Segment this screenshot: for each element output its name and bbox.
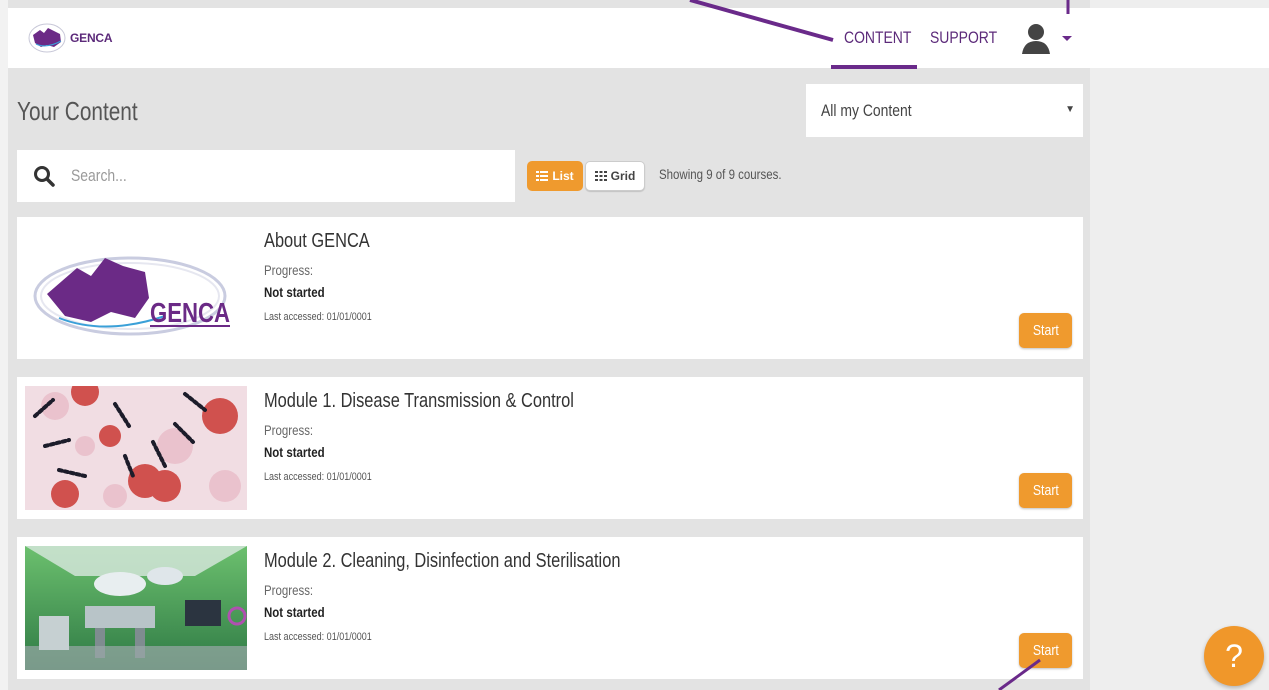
course-card: Module 1. Disease Transmission & Control… bbox=[17, 377, 1083, 519]
start-button[interactable]: Start bbox=[1019, 633, 1072, 668]
nav-support-link[interactable]: SUPPORT bbox=[930, 8, 997, 68]
progress-label: Progress: bbox=[264, 422, 314, 438]
select-arrow-icon: ▼ bbox=[1065, 104, 1075, 115]
start-button-label: Start bbox=[1032, 482, 1059, 499]
grid-icon bbox=[594, 171, 607, 181]
operating-room-image bbox=[25, 546, 247, 670]
course-thumbnail[interactable] bbox=[25, 386, 247, 510]
course-thumbnail[interactable]: GENCA bbox=[25, 226, 247, 350]
nav-active-underline bbox=[831, 65, 917, 69]
genca-logo[interactable]: GENCA bbox=[28, 22, 118, 54]
start-button-label: Start bbox=[1032, 642, 1059, 659]
course-card: Module 2. Cleaning, Disinfection and Ste… bbox=[17, 537, 1083, 679]
start-button[interactable]: Start bbox=[1019, 473, 1072, 508]
page-right-margin bbox=[1090, 0, 1269, 690]
top-navbar: GENCA CONTENT SUPPORT bbox=[8, 8, 1269, 69]
progress-label: Progress: bbox=[264, 582, 314, 598]
progress-label: Progress: bbox=[264, 262, 314, 278]
help-question-icon[interactable]: ? bbox=[1204, 626, 1264, 686]
page-title: Your Content bbox=[17, 96, 138, 126]
last-accessed: Last accessed: 01/01/0001 bbox=[264, 311, 372, 323]
page-left-margin bbox=[0, 0, 8, 690]
grid-view-button[interactable]: Grid bbox=[585, 161, 645, 191]
course-status: Not started bbox=[264, 604, 325, 620]
last-accessed: Last accessed: 01/01/0001 bbox=[264, 631, 372, 643]
logo-text: GENCA bbox=[70, 31, 113, 45]
content-filter-select[interactable]: All my Content ▼ bbox=[806, 84, 1083, 137]
list-view-label: List bbox=[552, 169, 574, 183]
search-input[interactable] bbox=[71, 166, 416, 186]
search-icon[interactable] bbox=[17, 150, 71, 202]
grid-view-label: Grid bbox=[610, 169, 636, 183]
course-status: Not started bbox=[264, 284, 325, 300]
course-title[interactable]: About GENCA bbox=[264, 230, 370, 253]
course-title[interactable]: Module 1. Disease Transmission & Control bbox=[264, 390, 574, 413]
list-view-button[interactable]: List bbox=[527, 161, 583, 191]
filter-selected-value: All my Content bbox=[821, 100, 912, 120]
results-count: Showing 9 of 9 courses. bbox=[659, 166, 782, 182]
last-accessed: Last accessed: 01/01/0001 bbox=[264, 471, 372, 483]
list-icon bbox=[536, 171, 549, 181]
course-title[interactable]: Module 2. Cleaning, Disinfection and Ste… bbox=[264, 550, 620, 573]
nav-content-link[interactable]: CONTENT bbox=[844, 8, 911, 68]
australia-map-icon bbox=[28, 23, 66, 53]
bacteria-microscope-image bbox=[25, 386, 247, 510]
course-card: GENCA About GENCA Progress: Not started … bbox=[17, 217, 1083, 359]
genca-logo-image: GENCA bbox=[33, 256, 230, 336]
start-button[interactable]: Start bbox=[1019, 313, 1072, 348]
course-status: Not started bbox=[264, 444, 325, 460]
user-avatar-icon[interactable] bbox=[1018, 20, 1054, 56]
user-menu-caret-icon[interactable] bbox=[1062, 36, 1072, 41]
search-box bbox=[17, 150, 515, 202]
svg-text:GENCA: GENCA bbox=[150, 297, 230, 328]
course-thumbnail[interactable] bbox=[25, 546, 247, 670]
start-button-label: Start bbox=[1032, 322, 1059, 339]
